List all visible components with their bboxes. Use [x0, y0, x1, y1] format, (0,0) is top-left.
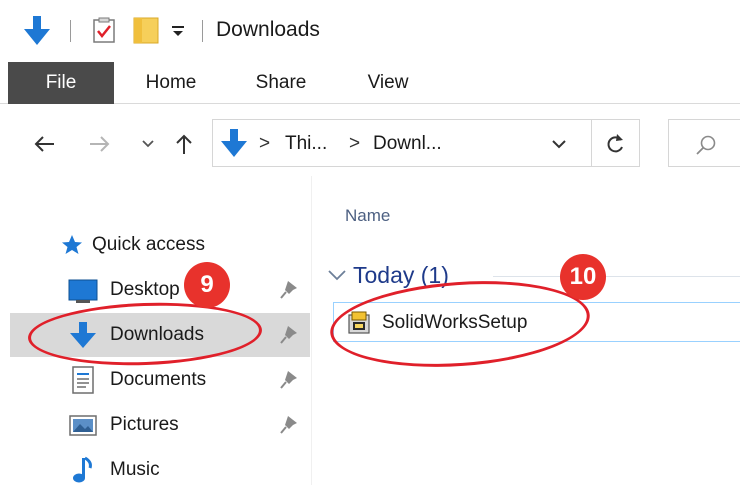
sidebar-item-label: Music — [110, 459, 160, 480]
refresh-icon — [607, 134, 623, 153]
properties-icon[interactable] — [93, 17, 115, 43]
annotation-badge-10: 10 — [560, 254, 606, 300]
chevron-down-icon — [142, 140, 154, 148]
address-row: > Thi... > Downl... — [0, 112, 740, 176]
downloads-folder-icon — [221, 129, 247, 157]
breadcrumb-separator[interactable]: > — [349, 133, 360, 155]
forward-button[interactable] — [86, 130, 114, 158]
toolbar-separator — [70, 20, 71, 42]
new-folder-icon[interactable] — [133, 16, 159, 44]
search-icon — [696, 135, 716, 155]
tab-home[interactable]: Home — [141, 62, 201, 104]
tab-view[interactable]: View — [360, 62, 416, 104]
search-box[interactable] — [668, 119, 740, 167]
up-arrow-icon — [176, 134, 192, 154]
address-bar[interactable]: > Thi... > Downl... — [212, 119, 592, 167]
sidebar-item-documents[interactable]: Documents — [10, 358, 310, 402]
pin-icon[interactable] — [280, 280, 298, 300]
column-header-name[interactable]: Name — [345, 206, 390, 226]
breadcrumb-separator[interactable]: > — [259, 133, 270, 155]
back-arrow-icon — [34, 136, 54, 152]
desktop-icon — [68, 279, 98, 303]
toolbar-separator — [202, 20, 203, 42]
sidebar-item-music[interactable]: Music — [10, 448, 310, 485]
forward-arrow-icon — [90, 136, 110, 152]
pin-icon[interactable] — [280, 370, 298, 390]
tab-share[interactable]: Share — [250, 62, 312, 104]
sidebar-item-label: Documents — [110, 369, 207, 390]
customize-toolbar-dropdown-icon[interactable] — [171, 24, 185, 38]
pin-icon[interactable] — [280, 325, 298, 345]
ribbon-tabs: File Home Share View — [0, 62, 740, 104]
quick-access-header[interactable]: Quick access — [60, 232, 205, 258]
title-bar: Downloads — [0, 0, 740, 62]
recent-locations-button[interactable] — [138, 130, 158, 158]
up-button[interactable] — [170, 130, 198, 158]
music-icon — [73, 456, 92, 483]
window-title: Downloads — [216, 18, 320, 41]
chevron-down-icon — [328, 270, 346, 281]
star-icon — [62, 235, 82, 254]
sidebar-item-pictures[interactable]: Pictures — [10, 403, 310, 447]
pin-icon[interactable] — [280, 415, 298, 435]
pictures-icon — [69, 415, 97, 436]
annotation-badge-9: 9 — [184, 262, 230, 308]
back-button[interactable] — [30, 130, 58, 158]
breadcrumb-downloads[interactable]: Downl... — [373, 133, 442, 155]
refresh-button[interactable] — [592, 119, 640, 167]
quick-access-label: Quick access — [92, 234, 205, 255]
sidebar-item-label: Pictures — [110, 414, 179, 435]
down-arrow-icon[interactable] — [22, 14, 52, 48]
breadcrumb-this-pc[interactable]: Thi... — [285, 133, 327, 155]
tab-file[interactable]: File — [8, 62, 114, 104]
documents-icon — [72, 366, 94, 394]
address-history-dropdown-icon[interactable] — [549, 135, 569, 153]
sidebar-item-label: Desktop — [110, 279, 180, 300]
group-divider — [493, 276, 740, 277]
